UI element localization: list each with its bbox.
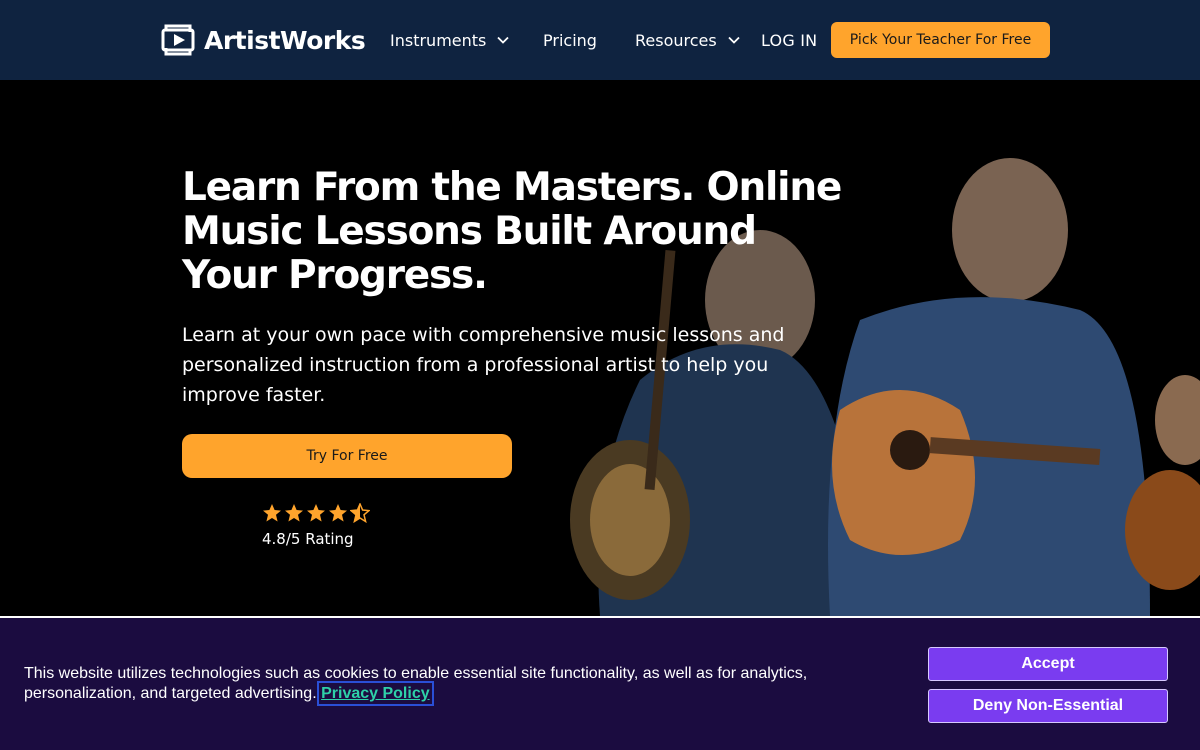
star-icon bbox=[307, 504, 325, 522]
nav-instruments-label: Instruments bbox=[390, 30, 487, 50]
nav-instruments-menu[interactable]: Instruments bbox=[390, 28, 510, 52]
nav-resources-menu[interactable]: Resources bbox=[635, 28, 741, 52]
nav-pricing-label: Pricing bbox=[543, 30, 597, 50]
star-icon bbox=[263, 504, 281, 522]
try-for-free-button[interactable]: Try For Free bbox=[182, 434, 512, 478]
hero-section: Learn From the Masters. Online Music Les… bbox=[0, 80, 1200, 616]
play-logo-icon bbox=[161, 24, 195, 56]
chevron-down-icon bbox=[497, 36, 510, 44]
cookie-consent-banner: This website utilizes technologies such … bbox=[0, 616, 1200, 750]
privacy-policy-link[interactable]: Privacy Policy bbox=[317, 681, 434, 706]
star-icon bbox=[285, 504, 303, 522]
rating-stars bbox=[262, 503, 370, 525]
cookie-message: This website utilizes technologies such … bbox=[24, 664, 844, 706]
chevron-down-icon bbox=[728, 36, 740, 44]
hero-headline: Learn From the Masters. Online Music Les… bbox=[182, 165, 842, 298]
hero-subheadline: Learn at your own pace with comprehensiv… bbox=[182, 324, 785, 406]
login-link[interactable]: LOG IN bbox=[761, 28, 817, 52]
star-icon bbox=[329, 504, 347, 522]
deny-non-essential-button[interactable]: Deny Non-Essential bbox=[928, 689, 1168, 723]
nav-pricing-link[interactable]: Pricing bbox=[543, 28, 597, 52]
nav-resources-label: Resources bbox=[635, 30, 717, 50]
pick-teacher-button[interactable]: Pick Your Teacher For Free bbox=[831, 22, 1050, 58]
rating-label: 4.8/5 Rating bbox=[262, 530, 354, 548]
accept-cookies-button[interactable]: Accept bbox=[928, 647, 1168, 681]
top-navigation: ArtistWorks Instruments Pricing Resource… bbox=[0, 0, 1200, 80]
brand-logo[interactable]: ArtistWorks bbox=[160, 20, 366, 60]
half-star-icon bbox=[350, 503, 370, 523]
brand-name: ArtistWorks bbox=[204, 25, 366, 55]
